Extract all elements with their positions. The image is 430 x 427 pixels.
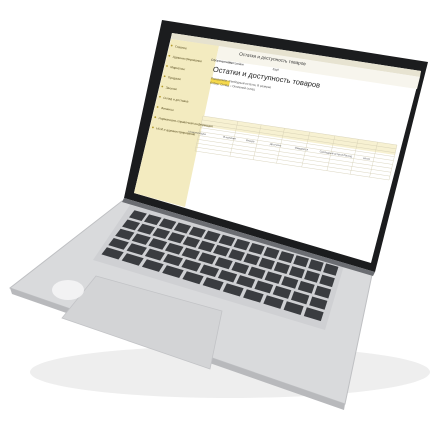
sidebar-item-icon bbox=[163, 75, 166, 78]
sidebar-item-icon bbox=[152, 126, 154, 129]
sidebar-item-icon bbox=[166, 65, 168, 67]
laptop-scene: Остатки и доступность товаров Остатки и … bbox=[8, 20, 430, 410]
sidebar-item-icon bbox=[168, 54, 171, 57]
trackpad-glare bbox=[52, 280, 84, 300]
sidebar-item-icon bbox=[170, 44, 173, 47]
sidebar-item-icon bbox=[161, 85, 164, 88]
sidebar-item-icon bbox=[154, 116, 157, 119]
sidebar-item-icon bbox=[156, 106, 159, 108]
sidebar-item-icon bbox=[159, 95, 161, 98]
